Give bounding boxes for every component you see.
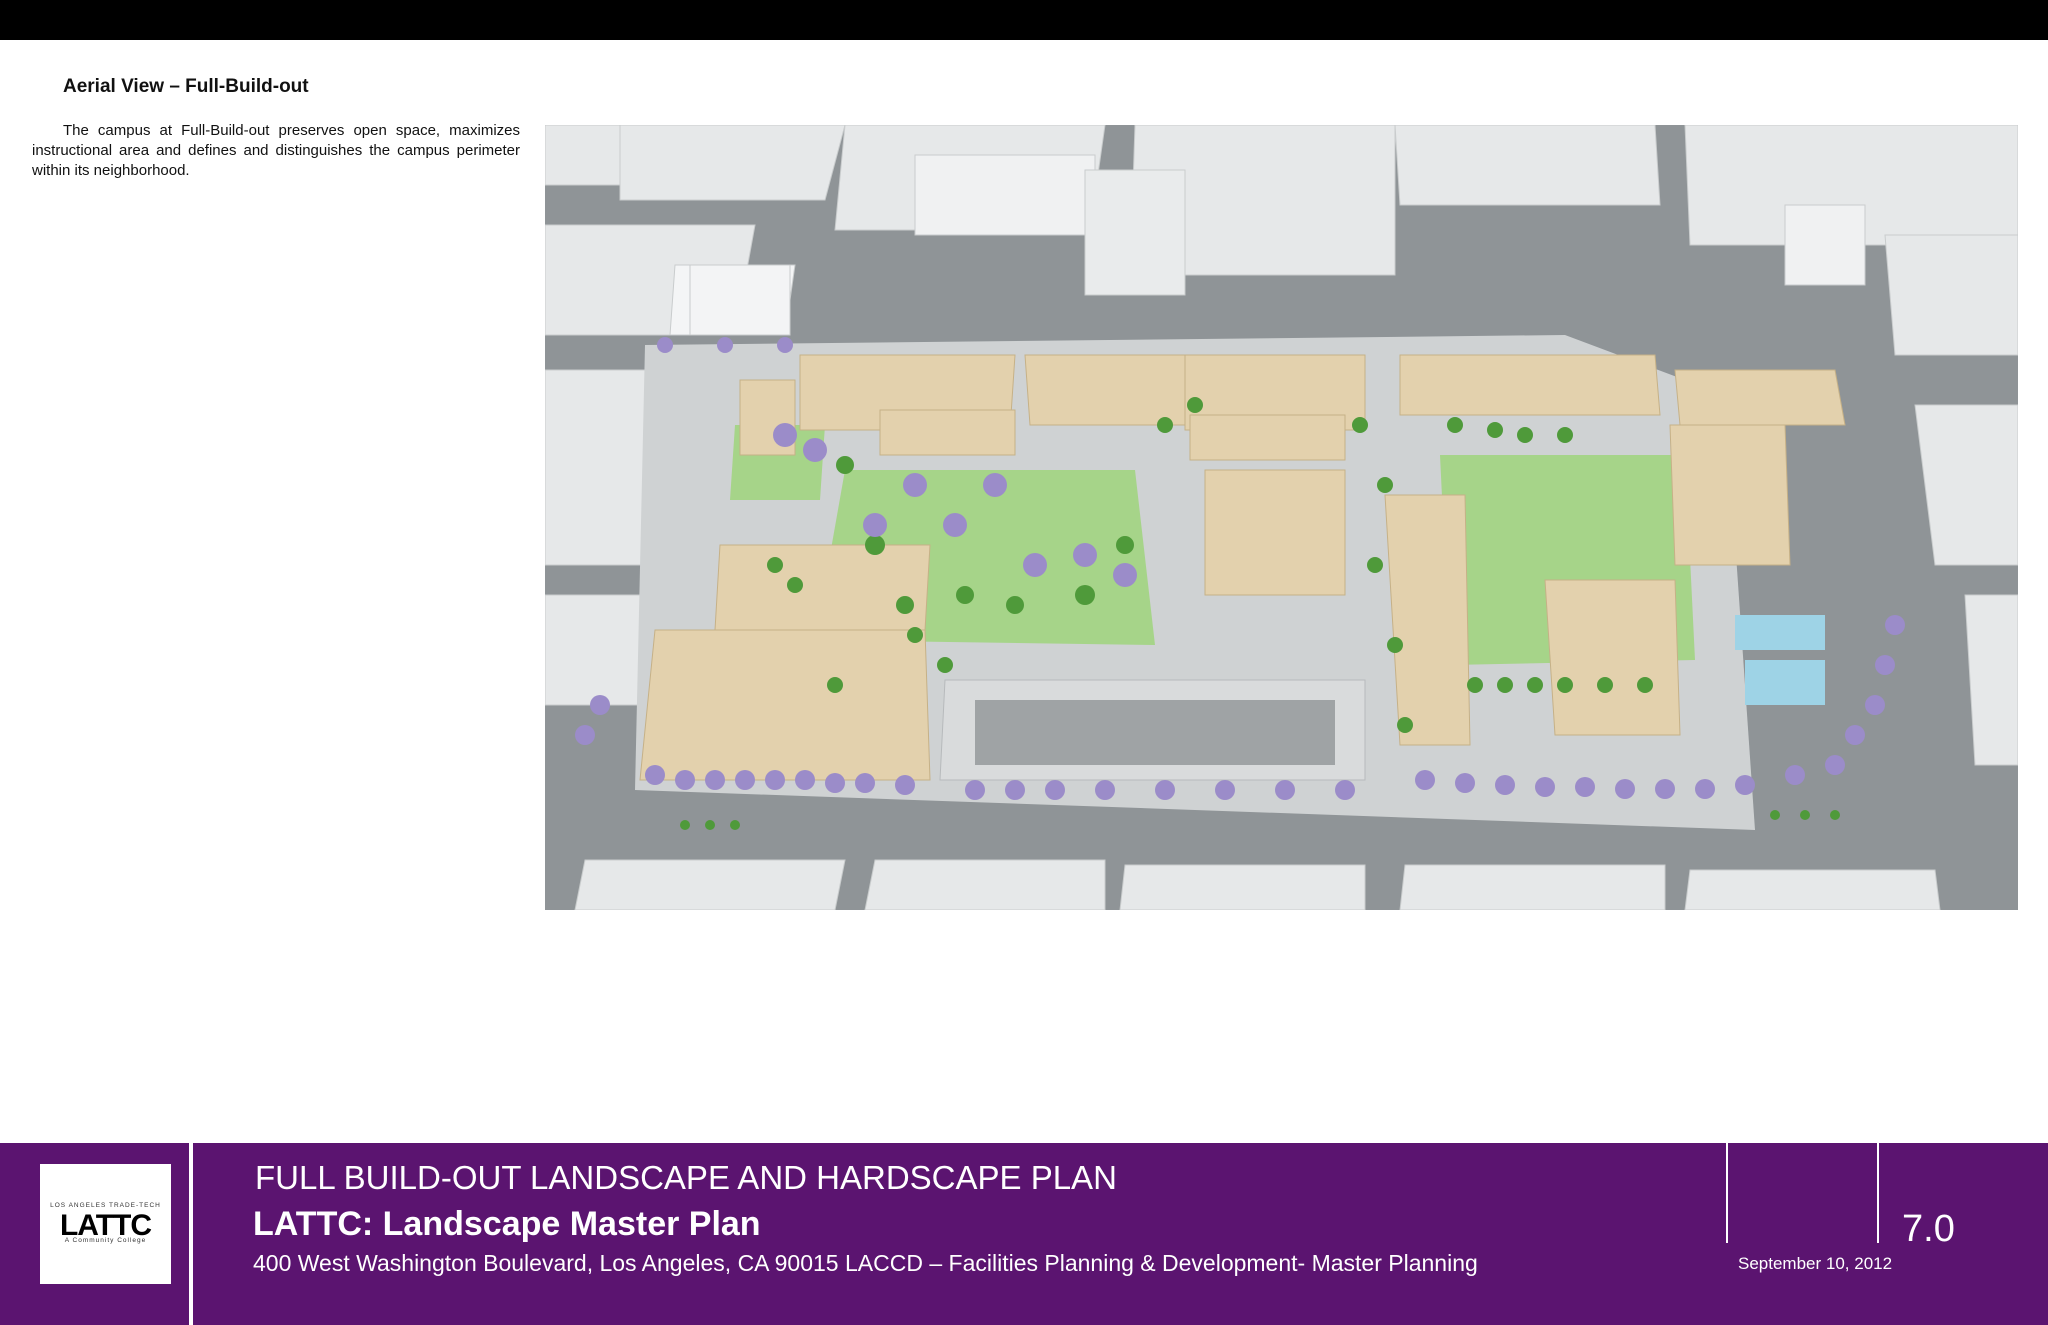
- lattc-logo: LOS ANGELES TRADE-TECH LATTC A Community…: [40, 1164, 171, 1284]
- logo-tagline-top: LOS ANGELES TRADE-TECH: [50, 1202, 161, 1209]
- aerial-rendering-image: [545, 125, 2018, 910]
- footer-date: September 10, 2012: [1738, 1254, 1893, 1273]
- footer-page-number: 7.0: [1902, 1208, 1955, 1250]
- top-black-bar: [0, 0, 2048, 40]
- footer-project-title: LATTC: Landscape Master Plan: [253, 1205, 761, 1243]
- footer-plan-title: FULL BUILD-OUT LANDSCAPE AND HARDSCAPE P…: [255, 1159, 1117, 1196]
- footer-address: 400 West Washington Boulevard, Los Angel…: [253, 1250, 1478, 1276]
- logo-tagline-bottom: A Community College: [64, 1237, 147, 1244]
- slide-heading: Aerial View – Full-Build-out: [63, 76, 309, 97]
- footer-divider-right-1: [1726, 1143, 1728, 1243]
- slide-intro-text: The campus at Full-Build-out preserves o…: [32, 122, 520, 179]
- footer-divider-left: [189, 1143, 193, 1325]
- footer-divider-right-2: [1877, 1143, 1879, 1243]
